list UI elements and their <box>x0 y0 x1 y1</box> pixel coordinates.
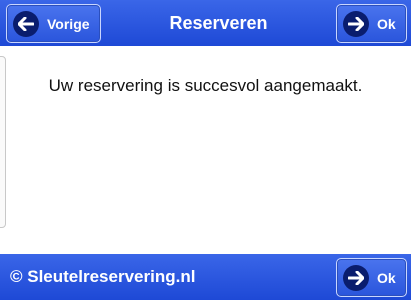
arrow-right-icon <box>343 264 369 291</box>
page-title: Reserveren <box>169 13 268 33</box>
back-button[interactable]: Vorige <box>6 4 101 43</box>
copyright-text: © Sleutelreservering.nl <box>10 267 196 286</box>
confirmation-message: Uw reservering is succesvol aangemaakt. <box>48 76 363 95</box>
ok-button-bottom[interactable]: Ok <box>336 258 407 297</box>
arrow-right-icon <box>343 10 369 37</box>
arrow-left-icon <box>13 10 39 37</box>
content-panel: Uw reservering is succesvol aangemaakt. <box>0 46 411 254</box>
ok-button-top[interactable]: Ok <box>336 4 407 43</box>
ok-button-bottom-label: Ok <box>377 269 396 286</box>
back-button-label: Vorige <box>47 15 90 32</box>
top-bar: Vorige Reserveren Ok <box>0 0 411 46</box>
bottom-bar: © Sleutelreservering.nl Ok <box>0 254 411 300</box>
ok-button-top-label: Ok <box>377 15 396 32</box>
